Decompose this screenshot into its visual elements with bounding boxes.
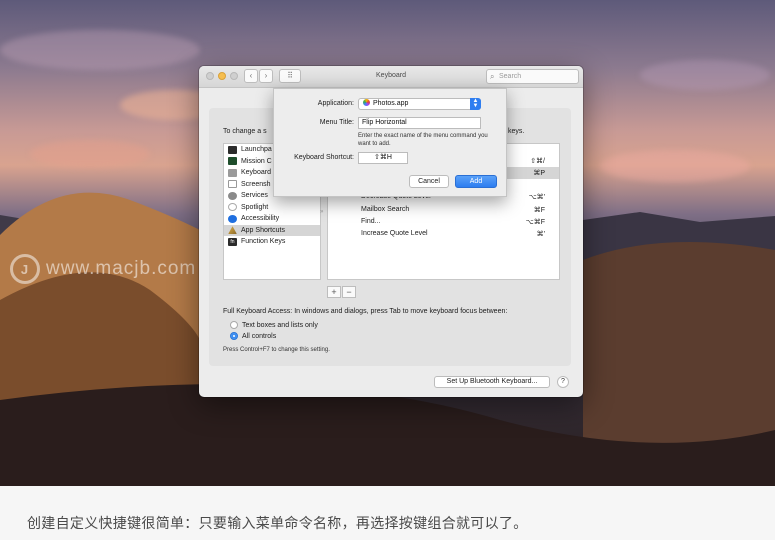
title-bar: ‹ › ⠿ Keyboard ⌕ Search: [199, 66, 583, 88]
mission-control-icon: [228, 157, 237, 166]
application-value: Photos.app: [373, 100, 409, 107]
radio-button-selected[interactable]: [230, 332, 238, 340]
menu-title-label: Menu Title:: [319, 119, 354, 126]
cancel-button[interactable]: Cancel: [409, 175, 449, 188]
keyboard-shortcut-field[interactable]: ⇧⌘H: [358, 152, 408, 164]
add-button[interactable]: Add: [455, 175, 497, 188]
category-item-spotlight[interactable]: Spotlight: [224, 202, 320, 214]
radio-label: Text boxes and lists only: [242, 321, 318, 329]
category-item-app-shortcuts[interactable]: App Shortcuts: [224, 224, 320, 236]
category-label: Launchpa: [241, 146, 272, 154]
category-item-accessibility[interactable]: Accessibility: [224, 213, 320, 225]
spotlight-icon: [228, 203, 237, 212]
photos-app-icon: [363, 99, 370, 106]
category-label: Accessibility: [241, 215, 280, 223]
watermark-logo: J: [10, 254, 40, 284]
watermark-text: www.macjb.com: [46, 258, 197, 279]
app-shortcuts-icon: [228, 226, 237, 235]
category-label: Keyboard: [241, 169, 271, 177]
search-field[interactable]: ⌕ Search: [486, 69, 579, 84]
radio-text-boxes[interactable]: Text boxes and lists only: [230, 321, 318, 329]
radio-all-controls[interactable]: All controls: [230, 332, 276, 340]
shortcut-key: ⌥⌘F: [525, 219, 545, 226]
shortcut-key: ⌥⌘': [528, 194, 545, 201]
search-placeholder: Search: [499, 73, 522, 80]
category-item-function-keys[interactable]: fn Function Keys: [224, 236, 320, 248]
radio-label: All controls: [242, 332, 277, 340]
shortcut-row-label[interactable]: Increase Quote Level: [361, 230, 428, 237]
instruction-text: To change a s: [223, 128, 267, 135]
function-keys-icon: fn: [228, 237, 237, 246]
shortcut-row-label[interactable]: Find...: [361, 218, 380, 225]
keyboard-shortcut-label: Keyboard Shortcut:: [294, 154, 354, 161]
screenshot-icon: [228, 180, 237, 189]
launchpad-icon: [228, 145, 237, 154]
category-label: Spotlight: [241, 203, 269, 211]
full-keyboard-access-label: Full Keyboard Access: In windows and dia…: [223, 308, 508, 315]
keyboard-icon: [228, 168, 237, 177]
category-label: App Shortcuts: [241, 226, 285, 234]
caption-text: 创建自定义快捷键很简单：只要输入菜单命令名称，再选择按键组合就可以了。: [27, 516, 528, 532]
control-f7-note: Press Control+F7 to change this setting.: [223, 347, 330, 353]
shortcut-key: ⇧⌘/: [530, 158, 545, 165]
search-icon: ⌕: [490, 72, 495, 81]
popup-arrows-icon: ▲ ▼: [470, 98, 481, 110]
menu-title-field[interactable]: Flip Horizontal: [358, 117, 481, 129]
setup-bluetooth-keyboard-button[interactable]: Set Up Bluetooth Keyboard...: [434, 376, 550, 388]
watermark: J www.macjb.com: [10, 254, 196, 284]
shortcut-key: ⌘': [536, 231, 545, 238]
remove-shortcut-button[interactable]: −: [342, 286, 356, 298]
shortcut-key: ⌘P: [533, 170, 545, 177]
help-button[interactable]: ?: [557, 376, 569, 388]
application-popup[interactable]: Photos.app ▲ ▼: [358, 98, 481, 110]
shortcut-key: ⌘F: [533, 207, 545, 214]
caption-bar: 创建自定义快捷键很简单：只要输入菜单命令名称，再选择按键组合就可以了。: [0, 486, 775, 540]
add-shortcut-button[interactable]: +: [327, 286, 341, 298]
category-label: Services: [241, 192, 268, 200]
services-icon: [228, 191, 237, 200]
radio-button[interactable]: [230, 321, 238, 329]
accessibility-icon: [228, 214, 237, 223]
instruction-text-end: keys.: [508, 128, 525, 135]
application-label: Application:: [317, 100, 354, 107]
add-shortcut-sheet: Application: Photos.app ▲ ▼ Menu Title: F…: [273, 88, 507, 197]
category-label: Screensh: [241, 180, 271, 188]
menu-title-hint: Enter the exact name of the menu command…: [358, 133, 488, 147]
category-label: Function Keys: [241, 238, 286, 246]
shortcut-row-label[interactable]: Mailbox Search: [361, 206, 409, 213]
keyboard-preferences-window: ‹ › ⠿ Keyboard ⌕ Search To change a s ke…: [199, 66, 583, 397]
category-label: Mission C: [241, 157, 272, 165]
splitter-handle[interactable]: »: [320, 209, 323, 215]
